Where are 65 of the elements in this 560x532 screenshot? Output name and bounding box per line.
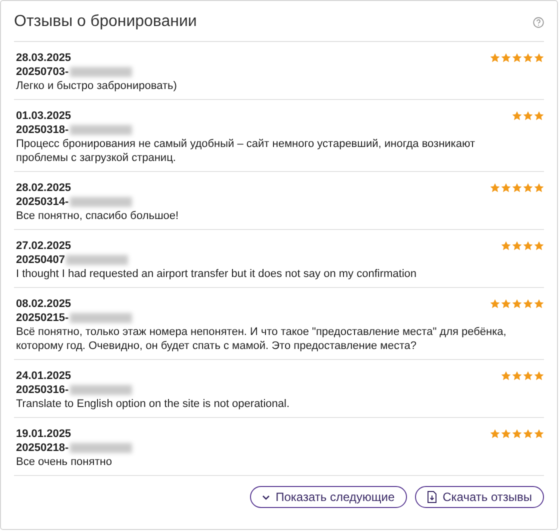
panel-title: Отзывы о бронировании (14, 13, 197, 31)
star-icon (523, 241, 533, 251)
review-text: Легко и быстро забронировать) (16, 79, 178, 93)
star-icon (512, 371, 522, 381)
star-icon (534, 241, 544, 251)
review-date: 08.02.2025 (16, 297, 72, 311)
review-text: Translate to English option on the site is not operational. (16, 397, 291, 411)
show-more-button[interactable]: Показать следующие (250, 486, 407, 508)
star-icon (512, 299, 522, 309)
star-icon (523, 183, 533, 193)
star-icon (534, 183, 544, 193)
star-icon (512, 183, 522, 193)
star-icon (534, 371, 544, 381)
review-date: 19.01.2025 (16, 427, 72, 441)
star-icon (523, 299, 533, 309)
document-icon (426, 491, 437, 503)
review-text: Все очень понятно (16, 455, 113, 469)
star-icon (501, 371, 511, 381)
star-icon (501, 53, 511, 63)
download-button[interactable]: Скачать отзывы (414, 486, 544, 508)
blurred-text (70, 125, 132, 135)
review-date: 01.03.2025 (16, 109, 72, 123)
star-icon (501, 183, 511, 193)
star-icon (512, 241, 522, 251)
blurred-text (70, 313, 132, 323)
star-icon (534, 53, 544, 63)
star-icon (512, 53, 522, 63)
blurred-text (70, 443, 132, 453)
chevron-down-icon (262, 494, 270, 500)
review-text: Процесс бронирования не самый удобный – сайт немного устаревший, иногда возникают проблемы с загрузкой страниц. (16, 137, 476, 165)
star-icon (523, 371, 533, 381)
review-date: 28.02.2025 (16, 181, 72, 195)
star-icon (523, 111, 533, 121)
review-text: Всё понятно, только этаж номера непонятен. И что такое "предоставление места" для ребёнка, которому год. Очевидно, он будет спать с мамой. Это предоставление места? (16, 325, 508, 353)
star-icon (501, 241, 511, 251)
booking-number: 20250316- (16, 383, 69, 397)
star-icon (512, 111, 522, 121)
star-icon (523, 429, 533, 439)
star-icon (490, 53, 500, 63)
help-icon[interactable] (533, 16, 544, 28)
star-icon (501, 429, 511, 439)
star-icon (534, 429, 544, 439)
star-icon (523, 53, 533, 63)
booking-number: 20250314- (16, 195, 69, 209)
booking-number: 20250318- (16, 123, 69, 137)
star-icon (501, 299, 511, 309)
star-icon (490, 183, 500, 193)
blurred-text (70, 197, 132, 207)
star-icon (490, 429, 500, 439)
blurred-text (66, 255, 128, 265)
star-icon (534, 299, 544, 309)
blurred-text (70, 385, 132, 395)
review-date: 27.02.2025 (16, 239, 72, 253)
review-date: 24.01.2025 (16, 369, 72, 383)
blurred-text (70, 67, 132, 77)
star-icon (490, 299, 500, 309)
booking-number: 20250215- (16, 311, 69, 325)
booking-number: 20250407 (16, 253, 65, 267)
review-date: 28.03.2025 (16, 51, 72, 65)
review-text: Все понятно, спасибо большое! (16, 209, 180, 223)
star-icon (512, 429, 522, 439)
booking-number: 20250703- (16, 65, 69, 79)
review-text: I thought I had requested an airport transfer but it does not say on my confirmation (16, 267, 418, 281)
star-icon (534, 111, 544, 121)
booking-number: 20250218- (16, 441, 69, 455)
